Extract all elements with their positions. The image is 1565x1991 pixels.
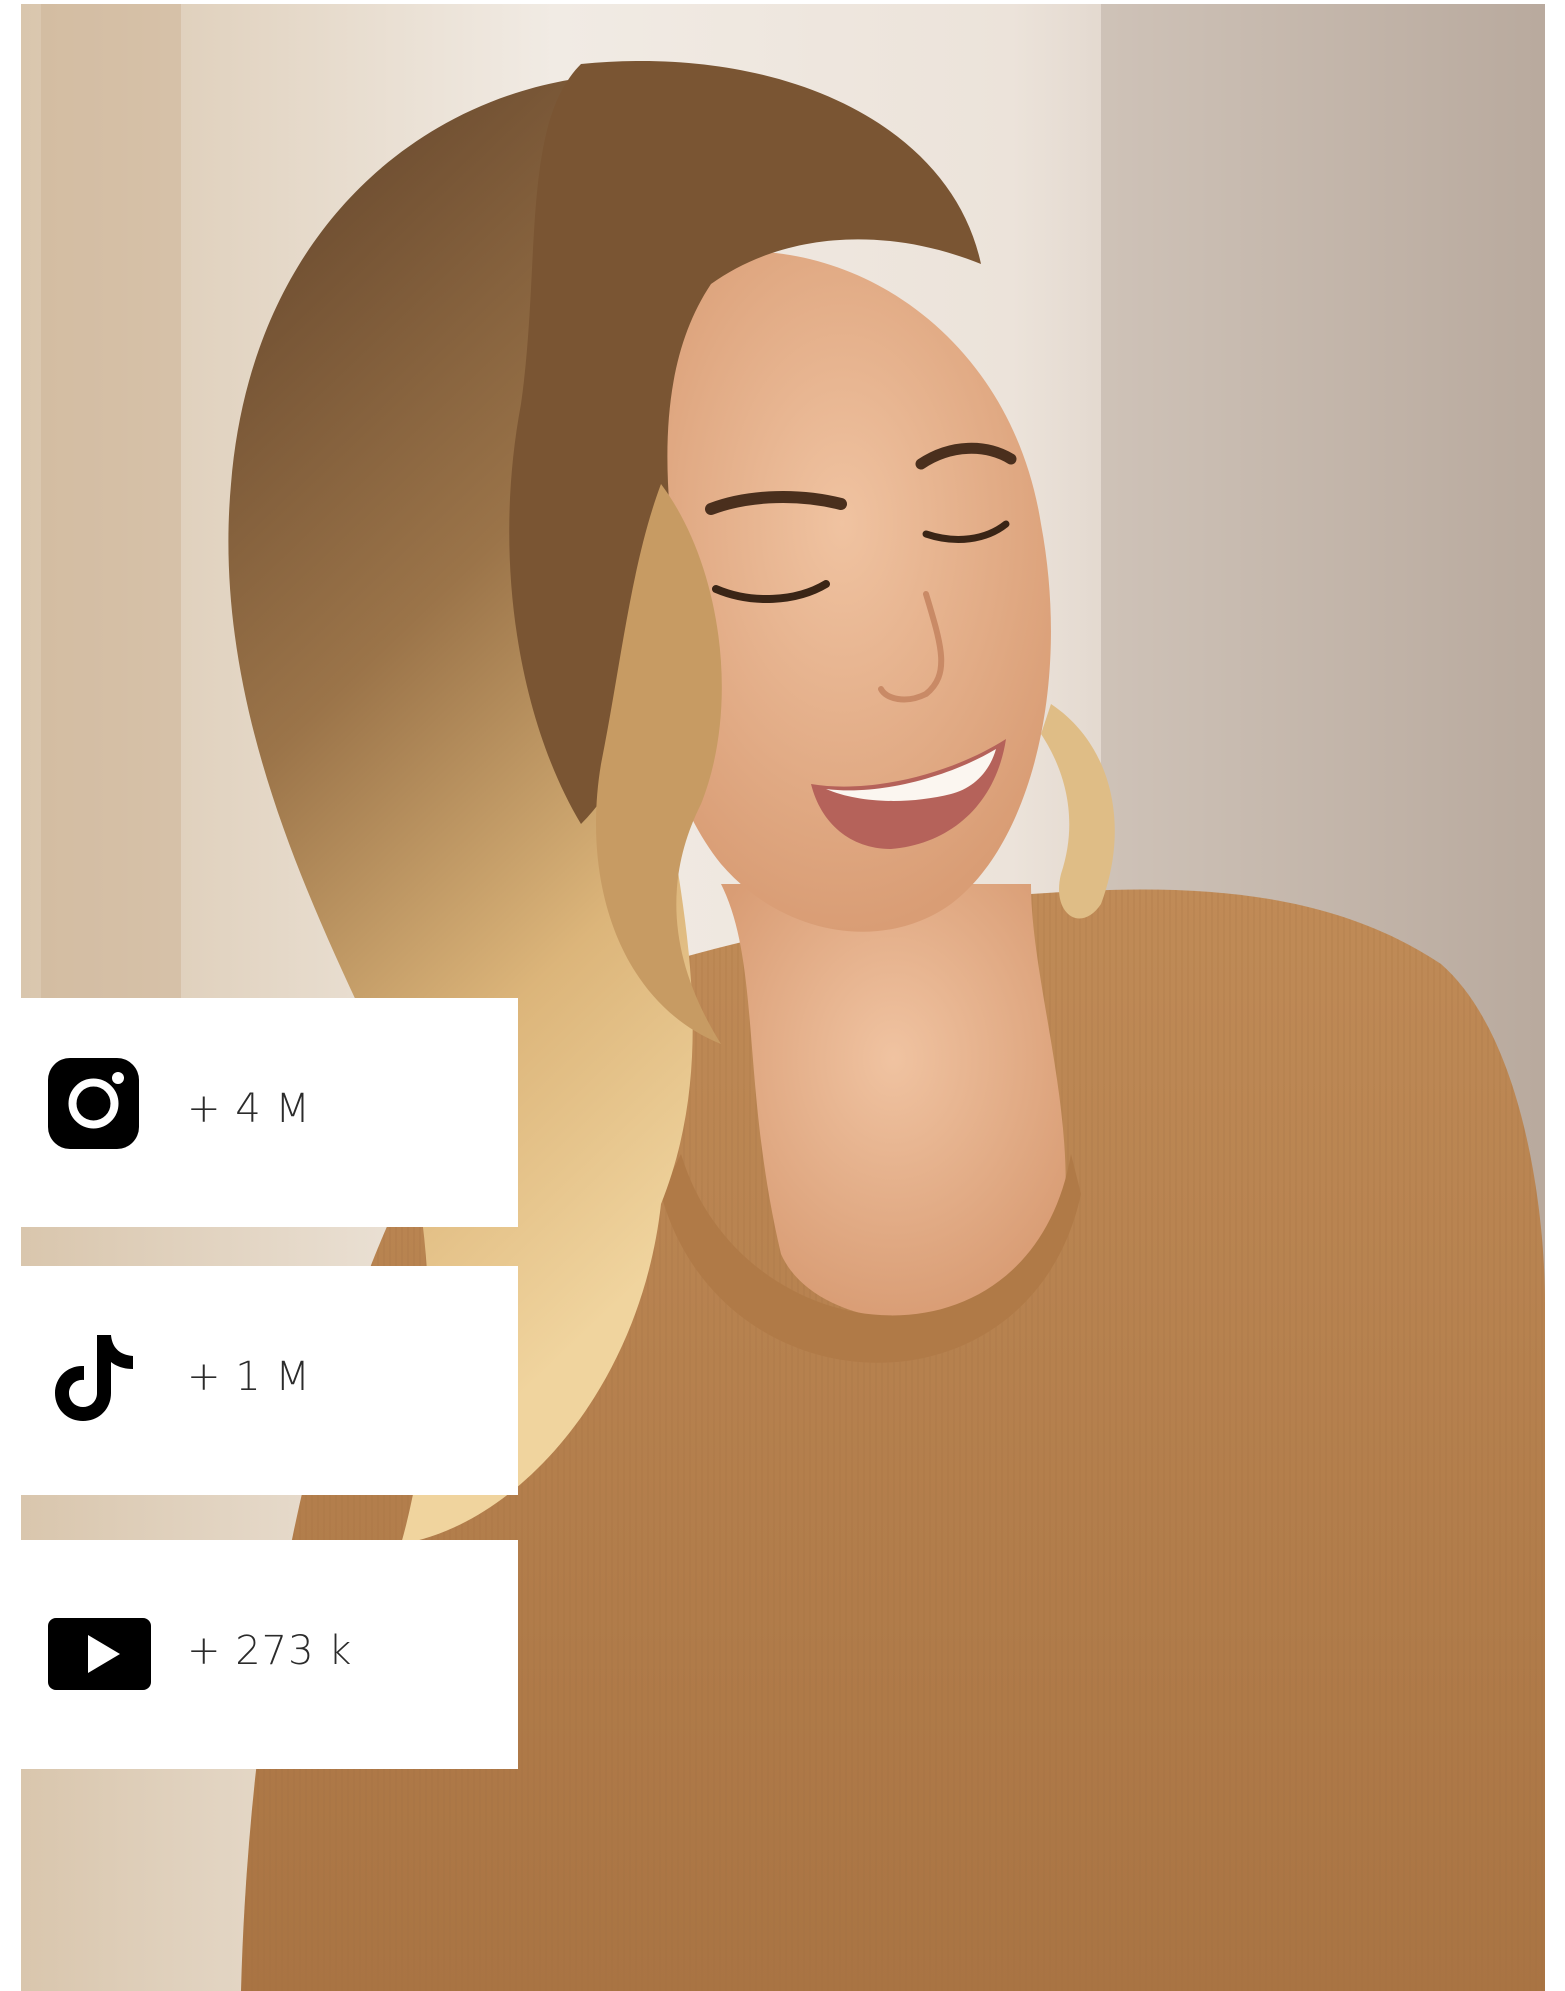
youtube-follower-count: + 273 k — [187, 1628, 353, 1674]
youtube-stat-card: + 273 k — [21, 1540, 518, 1769]
instagram-follower-count: + 4 M — [187, 1086, 311, 1132]
instagram-icon — [48, 1058, 139, 1149]
tiktok-follower-count: + 1 M — [187, 1354, 311, 1400]
instagram-stat-card: + 4 M — [21, 998, 518, 1227]
youtube-icon — [48, 1618, 151, 1690]
tiktok-icon — [55, 1335, 135, 1421]
tiktok-stat-card: + 1 M — [21, 1266, 518, 1495]
